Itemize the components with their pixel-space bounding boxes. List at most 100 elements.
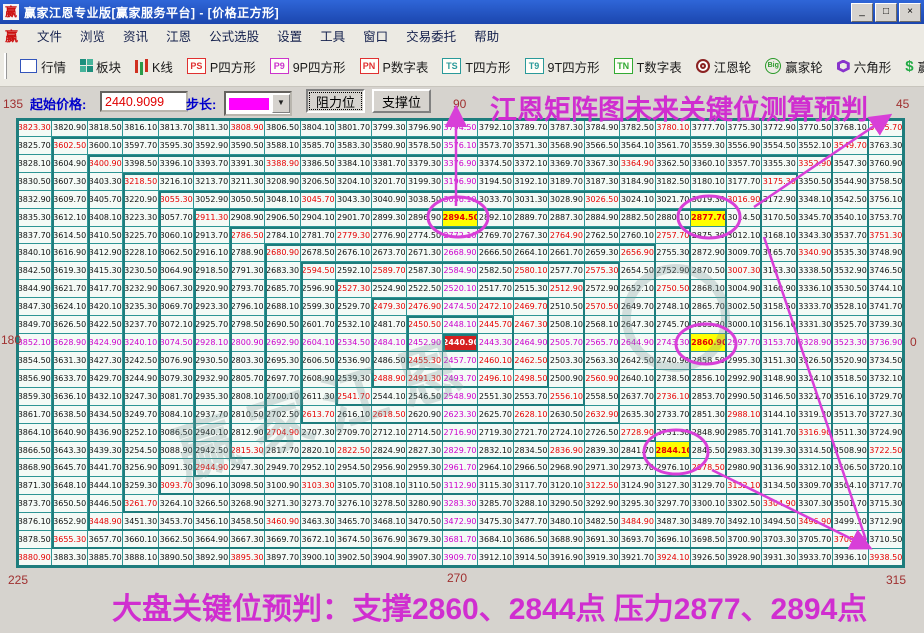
key-level-cell: 2877.70 [691,209,726,227]
price-cell: 3732.10 [869,370,904,388]
price-cell: 3597.70 [123,137,158,155]
price-cell: 2908.90 [230,209,265,227]
price-cell: 3434.50 [88,406,123,424]
price-cell: 2709.70 [336,424,371,442]
menu-item-江恩[interactable]: 江恩 [166,26,191,45]
price-cell: 2712.10 [372,424,407,442]
toolbar-button-板块[interactable]: 板块 [77,55,124,78]
price-cell: 2625.70 [478,406,513,424]
price-cell: 3398.50 [123,155,158,173]
price-cell: 3636.10 [52,388,87,406]
price-cell: 2594.50 [301,262,336,280]
price-cell: 3379.30 [407,155,442,173]
price-cell: 3890.50 [159,549,194,567]
price-cell: 3674.50 [336,531,371,549]
menu-item-工具[interactable]: 工具 [320,26,345,45]
price-cell: 3847.30 [17,298,52,316]
price-cell: 3904.90 [372,549,407,567]
toolbar-button-P四方形[interactable]: PSP四方形 [184,55,259,78]
price-cell: 3028.90 [549,191,584,209]
price-cell: 2647.30 [620,316,655,334]
price-cell: 3684.10 [478,531,513,549]
price-cell: 3796.90 [407,119,442,137]
price-cell: 3741.70 [869,298,904,316]
price-cell: 3333.70 [798,298,833,316]
price-cell: 3000.10 [727,316,762,334]
price-cell: 3624.10 [52,298,87,316]
price-cell: 3204.10 [336,173,371,191]
price-cell: 3060.10 [159,227,194,245]
toolbar-button-T四方形[interactable]: TST四方形 [439,55,513,78]
price-cell: 3218.50 [123,173,158,191]
step-dropdown[interactable]: ▼ [224,91,292,116]
start-price-input[interactable] [100,91,188,112]
price-cell: 3009.70 [727,244,762,262]
price-cell: 2570.50 [585,298,620,316]
price-cell: 3873.70 [17,495,52,513]
price-cell: 3897.70 [265,549,300,567]
support-button[interactable]: 支撑位 [372,89,431,113]
toolbar-button-P数字表[interactable]: PNP数字表 [357,55,432,78]
menu-item-浏览[interactable]: 浏览 [80,26,105,45]
center-cell: 2440.90 [443,334,478,352]
price-cell: 2541.70 [336,388,371,406]
price-cell: 2793.70 [230,280,265,298]
price-cell: 3441.70 [88,459,123,477]
price-cell: 3660.10 [123,531,158,549]
menu-item-文件[interactable]: 文件 [37,26,62,45]
price-cell: 3888.10 [123,549,158,567]
close-button[interactable]: × [899,3,921,22]
price-cell: 3115.30 [478,477,513,495]
resistance-button[interactable]: 阻力位 [306,89,365,113]
menu-item-资讯[interactable]: 资讯 [123,26,148,45]
price-cell: 3926.50 [691,549,726,567]
window-title: 赢家江恩专业版[赢家服务平台] - [价格正方形] [24,4,279,21]
price-cell: 3883.30 [52,549,87,567]
toolbar-button-9P四方形[interactable]: P99P四方形 [267,55,349,78]
price-cell: 2515.30 [514,280,549,298]
toolbar-button-9T四方形[interactable]: T99T四方形 [522,55,603,78]
price-cell: 3223.30 [123,209,158,227]
price-cell: 3712.90 [869,513,904,531]
price-cell: 3283.30 [443,495,478,513]
price-cell: 3064.90 [159,262,194,280]
price-cell: 2985.70 [727,424,762,442]
price-cell: 3331.30 [798,316,833,334]
P9-badge-icon: P9 [270,58,289,74]
price-cell: 2628.10 [514,406,549,424]
menu-item-窗口[interactable]: 窗口 [363,26,388,45]
chevron-down-icon[interactable]: ▼ [272,94,290,113]
price-cell: 3919.30 [585,549,620,567]
toolbar-button-赢家轮[interactable]: Big赢家轮 [762,55,826,78]
minimize-button[interactable]: _ [851,3,873,22]
maximize-button[interactable]: □ [875,3,897,22]
price-cell: 2988.10 [727,406,762,424]
price-cell: 2644.90 [620,334,655,352]
price-cell: 2452.90 [407,334,442,352]
price-cell: 3679.30 [407,531,442,549]
price-cell: 3319.30 [798,406,833,424]
menu-item-设置[interactable]: 设置 [277,26,302,45]
price-cell: 3722.50 [869,442,904,460]
price-cell: 3139.30 [762,442,797,460]
price-cell: 3458.50 [230,513,265,531]
toolbar-button-K线[interactable]: K线 [132,55,176,78]
price-cell: 3228.10 [123,244,158,262]
price-cell: 2796.10 [230,298,265,316]
toolbar-button-江恩轮[interactable]: 江恩轮 [693,55,755,78]
toolbar-button-T数字表[interactable]: TNT数字表 [611,55,685,78]
toolbar-button-行情[interactable]: 行情 [17,55,69,78]
price-cell: 3165.70 [762,244,797,262]
price-cell: 2731.30 [656,424,691,442]
menu-item-公式选股[interactable]: 公式选股 [209,26,259,45]
toolbar-button-赢家服务[interactable]: $赢家服务 [902,55,924,78]
price-cell: 3648.10 [52,477,87,495]
toolbar-button-六角形[interactable]: 六角形 [834,55,895,78]
menu-item-帮助[interactable]: 帮助 [474,26,499,45]
price-cell: 2829.70 [443,442,478,460]
menu-item-交易委托[interactable]: 交易委托 [406,26,456,45]
candlestick-icon [135,60,138,73]
price-cell: 3664.90 [194,531,229,549]
price-cell: 3427.30 [88,352,123,370]
price-cell: 2769.70 [478,227,513,245]
